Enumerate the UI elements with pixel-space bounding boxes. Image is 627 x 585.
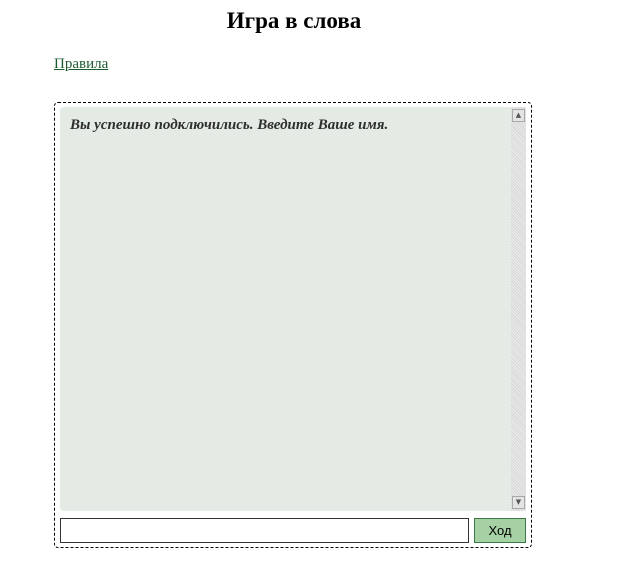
move-button[interactable]: Ход [474, 518, 526, 543]
message-log-scrollbar[interactable]: ▲ ▼ [511, 107, 526, 511]
scroll-up-arrow-icon[interactable]: ▲ [512, 109, 525, 122]
word-input[interactable] [60, 518, 469, 543]
rules-link[interactable]: Правила [54, 56, 108, 73]
scroll-down-arrow-icon[interactable]: ▼ [512, 496, 525, 509]
page-title: Игра в слова [226, 8, 362, 33]
message-log: Вы успешно подключились. Введите Ваше им… [60, 107, 511, 511]
game-panel: Вы успешно подключились. Введите Ваше им… [54, 102, 532, 548]
log-message: Вы успешно подключились. Введите Ваше им… [70, 117, 389, 133]
page: Игра в слова Правила Вы успешно подключи… [0, 0, 627, 585]
